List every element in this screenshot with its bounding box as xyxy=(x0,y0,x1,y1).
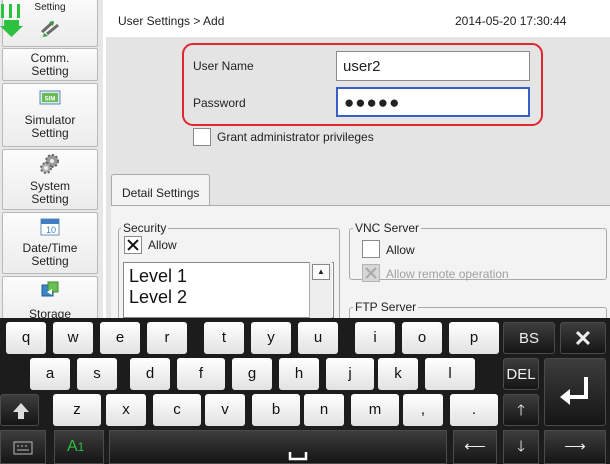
tab-detail-settings[interactable]: Detail Settings xyxy=(111,174,210,206)
arrow-up-key[interactable]: 🡑 xyxy=(503,394,539,426)
list-item[interactable]: Level 2 xyxy=(129,287,187,308)
security-list-scrollbar[interactable]: ▲ xyxy=(309,262,332,318)
backspace-key[interactable]: BS xyxy=(503,322,555,354)
keyboard-icon xyxy=(13,441,33,455)
network-arrows-icon xyxy=(40,20,59,37)
vnc-allow-label: Allow xyxy=(386,243,415,257)
shift-key[interactable] xyxy=(0,394,39,426)
key-c[interactable]: c xyxy=(153,394,201,426)
vnc-allow-checkbox[interactable] xyxy=(362,240,380,258)
sidebar-item-label: System Setting xyxy=(29,179,70,206)
keyboard-toggle-key[interactable] xyxy=(0,430,46,464)
key-q[interactable]: q xyxy=(6,322,46,354)
key-g[interactable]: g xyxy=(232,358,272,390)
arrow-down-key[interactable]: 🡓 xyxy=(503,430,539,464)
sidebar-item-label: Simulator Setting xyxy=(24,113,76,140)
user-name-label: User Name xyxy=(193,59,254,73)
sidebar-item-datetime[interactable]: 10 Date/Time Setting xyxy=(2,212,98,274)
key-z[interactable]: z xyxy=(53,394,101,426)
scroll-up-arrow-icon[interactable]: ▲ xyxy=(312,264,330,280)
key-u[interactable]: u xyxy=(298,322,338,354)
key-f[interactable]: f xyxy=(177,358,225,390)
arrow-left-icon: ⟵ xyxy=(464,438,486,455)
key-n[interactable]: n xyxy=(304,394,344,426)
key-p[interactable]: p xyxy=(449,322,499,354)
arrow-right-icon: ⟶ xyxy=(564,438,586,455)
vnc-remote-label: Allow remote operation xyxy=(386,267,509,281)
sidebar-item-system[interactable]: System Setting xyxy=(2,149,98,210)
key-i[interactable]: i xyxy=(355,322,395,354)
breadcrumb: User Settings > Add xyxy=(118,14,225,28)
password-field[interactable]: ●●●●● xyxy=(336,87,530,117)
key-e[interactable]: e xyxy=(100,322,140,354)
key-h[interactable]: h xyxy=(279,358,319,390)
key-v[interactable]: v xyxy=(205,394,245,426)
key-m[interactable]: m xyxy=(351,394,399,426)
delete-key[interactable]: DEL xyxy=(503,358,539,390)
sim-badge: SIM xyxy=(45,97,56,103)
key-j[interactable]: j xyxy=(326,358,374,390)
security-group-title: Security xyxy=(121,221,169,235)
key-l[interactable]: l xyxy=(425,358,475,390)
datetime-display: 2014-05-20 17:30:44 xyxy=(455,14,567,28)
user-name-field[interactable]: user2 xyxy=(336,51,530,81)
vnc-remote-checkbox[interactable] xyxy=(362,264,380,282)
sidebar-item-label: Storage xyxy=(28,307,72,319)
shift-arrow-icon xyxy=(13,403,29,419)
security-allow-label: Allow xyxy=(148,238,177,252)
scroll-down-arrow-icon[interactable] xyxy=(0,2,24,54)
security-level-list[interactable]: Level 1 Level 2 xyxy=(123,262,334,318)
security-allow-checkbox[interactable] xyxy=(124,236,142,254)
key-comma[interactable]: , xyxy=(403,394,443,426)
sidebar-item-label: Date/Time Setting xyxy=(22,241,78,268)
grant-admin-label: Grant administrator privileges xyxy=(217,130,374,144)
key-b[interactable]: b xyxy=(252,394,300,426)
list-item[interactable]: Level 1 xyxy=(129,266,187,287)
password-label: Password xyxy=(193,96,246,110)
sidebar: Setting Comm. Setting SIM Simulator Settin… xyxy=(0,0,103,318)
space-bar-icon xyxy=(288,452,308,461)
enter-arrow-icon xyxy=(560,377,588,405)
sim-card-icon: SIM xyxy=(39,90,61,105)
on-screen-keyboard: q w e r t y u i o p BS ✕ a s d f g h j k… xyxy=(0,318,610,464)
arrow-down-icon: 🡓 xyxy=(517,438,525,455)
space-key[interactable] xyxy=(109,430,447,464)
grant-admin-checkbox[interactable] xyxy=(193,128,211,146)
arrow-up-icon: 🡑 xyxy=(517,402,525,419)
sidebar-item-label: Comm. Setting xyxy=(30,51,70,78)
gears-icon xyxy=(40,154,59,174)
key-a[interactable]: a xyxy=(30,358,70,390)
input-mode-key[interactable]: A1 xyxy=(54,430,104,464)
sidebar-item-simulator[interactable]: SIM Simulator Setting xyxy=(2,83,98,147)
key-t[interactable]: t xyxy=(204,322,244,354)
input-mode-number: 1 xyxy=(77,440,85,454)
key-x[interactable]: x xyxy=(106,394,146,426)
key-s[interactable]: s xyxy=(77,358,117,390)
key-r[interactable]: r xyxy=(147,322,187,354)
sidebar-item-storage[interactable]: Storage xyxy=(2,276,98,318)
vnc-group-title: VNC Server xyxy=(353,221,422,235)
close-keyboard-key[interactable]: ✕ xyxy=(560,322,606,354)
storage-icon xyxy=(41,281,59,297)
input-mode-letter: A xyxy=(67,438,78,455)
calendar-badge: 10 xyxy=(46,225,56,235)
arrow-left-key[interactable]: ⟵ xyxy=(453,430,497,464)
key-k[interactable]: k xyxy=(378,358,418,390)
key-period[interactable]: . xyxy=(450,394,498,426)
enter-key[interactable] xyxy=(544,358,606,426)
arrow-right-key[interactable]: ⟶ xyxy=(544,430,606,464)
key-w[interactable]: w xyxy=(53,322,93,354)
key-o[interactable]: o xyxy=(402,322,442,354)
ftp-group-title: FTP Server xyxy=(353,300,419,314)
key-d[interactable]: d xyxy=(130,358,170,390)
close-icon: ✕ xyxy=(573,326,593,351)
key-y[interactable]: y xyxy=(251,322,291,354)
calendar-icon: 10 xyxy=(40,218,60,236)
